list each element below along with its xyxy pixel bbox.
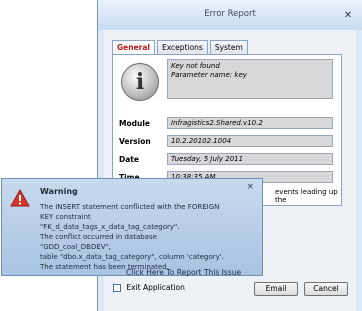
- tab-exceptions[interactable]: Exceptions: [157, 40, 208, 54]
- tab-general[interactable]: General: [112, 40, 155, 55]
- error-message-box[interactable]: Key not found Parameter name: key: [167, 59, 333, 99]
- warning-notification[interactable]: Warning × The INSERT statement conflicte…: [1, 178, 263, 277]
- warning-icon: [10, 189, 30, 207]
- message-line: Parameter name: key: [171, 71, 247, 79]
- exit-application-label: Exit Application: [126, 283, 185, 292]
- warning-line: The conflict occurred in database "GDD_c…: [40, 233, 157, 251]
- message-line: Key not found: [171, 62, 220, 70]
- events-text: events leading up the: [275, 188, 338, 204]
- cancel-button[interactable]: Cancel: [304, 282, 348, 296]
- tab-strip: General Exceptions System: [112, 40, 250, 55]
- close-window-button[interactable]: ✕: [340, 9, 356, 22]
- version-value[interactable]: 10.2.20102.1004: [167, 135, 333, 147]
- warning-line: KEY constraint "FK_d_data_tags_x_data_ta…: [40, 213, 180, 231]
- exit-application-option[interactable]: Exit Application: [113, 283, 185, 292]
- module-label: Module: [119, 119, 150, 128]
- warning-message: The INSERT statement conflicted with the…: [40, 202, 230, 272]
- date-value[interactable]: Tuesday, 5 July 2011: [167, 153, 333, 165]
- info-icon: i: [121, 63, 159, 101]
- close-notification-button[interactable]: ×: [246, 182, 254, 192]
- window-title: Error Report: [204, 9, 256, 19]
- module-value[interactable]: Infragistics2.Shared.v10.2: [167, 117, 333, 129]
- email-button[interactable]: Email: [254, 282, 298, 296]
- warning-line: table "dbo.x_data_tag_category", column …: [40, 253, 224, 261]
- date-label: Date: [119, 155, 139, 164]
- warning-title: Warning: [40, 187, 78, 196]
- report-issue-link[interactable]: Click Here To Report This Issue: [126, 268, 241, 277]
- title-bar: Error Report ✕: [98, 0, 362, 30]
- warning-line: The INSERT statement conflicted with the…: [40, 203, 220, 211]
- version-label: Version: [119, 137, 151, 146]
- tab-system[interactable]: System: [209, 40, 248, 54]
- exit-application-checkbox[interactable]: [113, 284, 121, 292]
